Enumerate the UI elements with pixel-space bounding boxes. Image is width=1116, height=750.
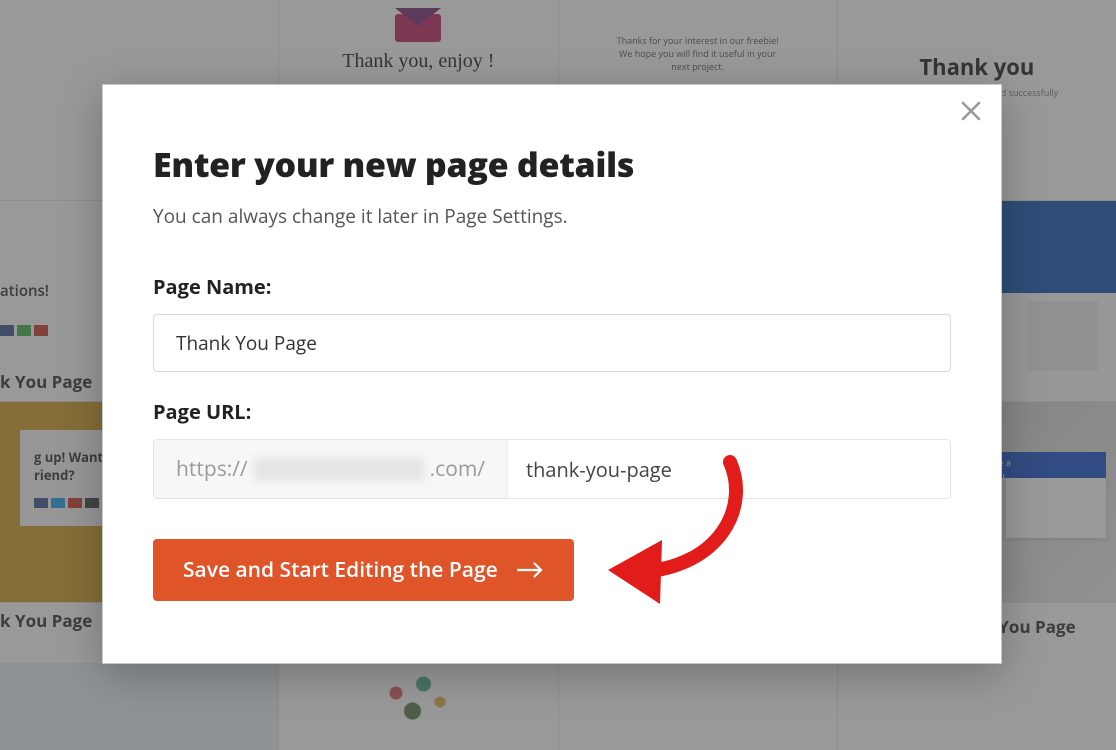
url-scheme: https:// — [176, 455, 248, 483]
redacted-domain — [254, 457, 424, 481]
new-page-details-modal: Enter your new page details You can alwa… — [102, 84, 1002, 664]
close-button[interactable] — [959, 99, 983, 123]
save-and-edit-button[interactable]: Save and Start Editing the Page — [153, 539, 574, 601]
page-name-label: Page Name: — [153, 273, 951, 300]
close-icon — [959, 99, 983, 123]
page-url-row: https:// .com/ — [153, 439, 951, 499]
modal-subtitle: You can always change it later in Page S… — [153, 203, 951, 229]
page-url-slug-input[interactable] — [508, 440, 950, 498]
url-tld: .com/ — [430, 455, 485, 483]
save-button-label: Save and Start Editing the Page — [183, 556, 498, 584]
page-url-label: Page URL: — [153, 398, 951, 425]
page-url-prefix: https:// .com/ — [154, 440, 508, 498]
arrow-right-icon — [516, 561, 544, 579]
modal-title: Enter your new page details — [153, 141, 951, 187]
page-name-input[interactable] — [153, 314, 951, 372]
